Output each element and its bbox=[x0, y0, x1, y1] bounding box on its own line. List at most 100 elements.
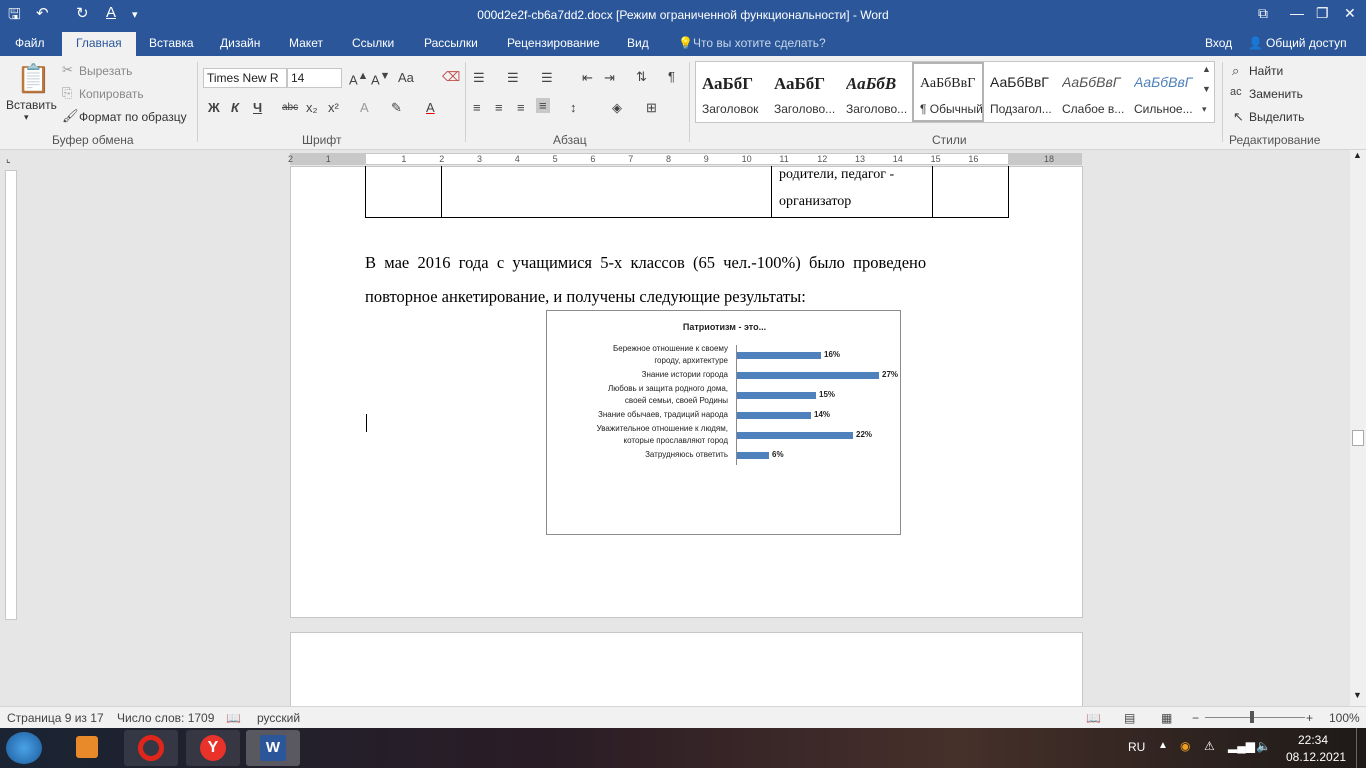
zoom-slider-thumb[interactable] bbox=[1250, 711, 1254, 723]
subscript-icon[interactable]: x₂ bbox=[306, 100, 318, 115]
scroll-thumb[interactable] bbox=[1352, 430, 1364, 446]
copy-icon[interactable]: ⎘ bbox=[62, 85, 72, 101]
bold-button[interactable]: Ж bbox=[208, 100, 220, 115]
styles-scroll-up-icon[interactable]: ▲ bbox=[1202, 64, 1211, 74]
italic-button[interactable]: К bbox=[231, 100, 239, 115]
zoom-level[interactable]: 100% bbox=[1329, 711, 1360, 725]
tab-file[interactable]: Файл bbox=[15, 36, 45, 50]
style-subtle-emphasis[interactable]: АаБбВвГ Слабое в... bbox=[1056, 62, 1128, 122]
font-name-combo[interactable]: Times New R bbox=[203, 68, 287, 88]
change-case-button[interactable]: Aa bbox=[398, 70, 414, 85]
clear-formatting-icon[interactable]: ⌫ bbox=[442, 69, 460, 85]
grow-font-icon[interactable]: A▲ bbox=[349, 70, 368, 87]
style-heading1[interactable]: АаБбГ Заголово... bbox=[768, 62, 840, 122]
web-layout-icon[interactable]: ▦ bbox=[1161, 711, 1172, 725]
borders-icon[interactable]: ⊞ bbox=[646, 100, 657, 116]
line-spacing-icon[interactable]: ↕ bbox=[570, 100, 577, 115]
style-subtitle[interactable]: АаБбВвГ Подзагол... bbox=[984, 62, 1056, 122]
replace-icon[interactable]: ac bbox=[1230, 86, 1242, 98]
style-intense-emphasis[interactable]: АаБбВвГ Сильное... bbox=[1128, 62, 1200, 122]
tab-selector-icon[interactable]: ⌞ bbox=[6, 154, 11, 165]
chart[interactable]: Патриотизм - это... Бережное отношение к… bbox=[546, 310, 901, 535]
increase-indent-icon[interactable]: ⇥ bbox=[604, 70, 615, 86]
styles-scroll-down-icon[interactable]: ▼ bbox=[1202, 84, 1211, 94]
copy-button[interactable]: Копировать bbox=[79, 87, 144, 101]
shrink-font-icon[interactable]: A▼ bbox=[371, 70, 390, 87]
cut-icon[interactable]: ✂ bbox=[62, 62, 73, 78]
paste-dropdown-icon[interactable]: ▾ bbox=[24, 112, 29, 123]
multilevel-list-icon[interactable]: ☰ bbox=[541, 70, 553, 86]
tray-app-icon[interactable]: ◉ bbox=[1180, 739, 1190, 753]
start-button[interactable] bbox=[6, 732, 42, 764]
style-heading[interactable]: АаБбГ Заголовок bbox=[696, 62, 768, 122]
scroll-up-icon[interactable]: ▲ bbox=[1353, 150, 1362, 160]
strikethrough-button[interactable]: abc bbox=[282, 102, 298, 113]
page-count[interactable]: Страница 9 из 17 bbox=[7, 711, 104, 725]
select-icon[interactable]: ↖ bbox=[1233, 109, 1244, 125]
print-layout-icon[interactable]: ▤ bbox=[1124, 711, 1135, 725]
font-color-icon[interactable]: A bbox=[426, 100, 435, 115]
vertical-scrollbar[interactable]: ▲ ▼ bbox=[1350, 150, 1366, 706]
find-button[interactable]: Найти bbox=[1249, 64, 1283, 78]
font-size-combo[interactable]: 14 bbox=[287, 68, 342, 88]
proofing-icon[interactable]: 📖 bbox=[226, 711, 241, 725]
tab-mailings[interactable]: Рассылки bbox=[424, 36, 478, 50]
horizontal-ruler[interactable]: 2 1 1 2 3 4 5 6 7 8 9 10 11 12 13 14 15 16 18 bbox=[288, 153, 1082, 165]
sign-in-link[interactable]: Вход bbox=[1205, 36, 1232, 50]
zoom-out-icon[interactable]: − bbox=[1192, 711, 1199, 725]
tab-home[interactable]: Главная bbox=[62, 32, 136, 56]
find-icon[interactable]: ⌕ bbox=[1232, 63, 1239, 79]
style-heading2[interactable]: АаБбВ Заголово... bbox=[840, 62, 912, 122]
highlight-icon[interactable]: ✎ bbox=[391, 100, 402, 116]
close-button[interactable]: ✕ bbox=[1344, 5, 1356, 22]
word-icon[interactable]: W bbox=[246, 730, 300, 766]
shading-icon[interactable]: ◈ bbox=[612, 100, 622, 116]
ribbon-display-icon[interactable]: ⧉ bbox=[1258, 5, 1268, 22]
bullets-icon[interactable]: ☰ bbox=[473, 70, 485, 86]
zoom-slider[interactable] bbox=[1205, 717, 1305, 718]
word-count[interactable]: Число слов: 1709 bbox=[117, 711, 214, 725]
justify-icon[interactable]: ≡ bbox=[536, 98, 550, 113]
clock-date[interactable]: 08.12.2021 bbox=[1286, 750, 1346, 764]
cut-button[interactable]: Вырезать bbox=[79, 64, 132, 78]
tab-insert[interactable]: Вставка bbox=[149, 36, 194, 50]
format-painter-button[interactable]: Формат по образцу bbox=[79, 110, 187, 124]
superscript-icon[interactable]: x² bbox=[328, 100, 339, 115]
tab-review[interactable]: Рецензирование bbox=[507, 36, 600, 50]
underline-button[interactable]: Ч bbox=[253, 100, 262, 115]
tell-me-input[interactable]: Что вы хотите сделать? bbox=[693, 36, 826, 50]
tab-layout[interactable]: Макет bbox=[289, 36, 323, 50]
sort-icon[interactable]: ⇅ bbox=[636, 69, 647, 85]
volume-icon[interactable]: 🔈 bbox=[1256, 739, 1271, 753]
tab-view[interactable]: Вид bbox=[627, 36, 649, 50]
format-painter-icon[interactable]: 🖌 bbox=[62, 108, 79, 124]
align-center-icon[interactable]: ≡ bbox=[495, 100, 503, 115]
language[interactable]: русский bbox=[257, 711, 300, 725]
tray-expand-icon[interactable]: ▲ bbox=[1158, 740, 1168, 751]
yandex-browser-icon[interactable]: Y bbox=[186, 730, 240, 766]
show-formatting-icon[interactable]: ¶ bbox=[668, 69, 675, 84]
paste-icon[interactable]: 📋 bbox=[16, 62, 51, 95]
paste-button[interactable]: Вставить bbox=[6, 98, 57, 112]
document-page-2[interactable] bbox=[290, 632, 1083, 712]
input-language[interactable]: RU bbox=[1128, 740, 1145, 754]
share-button[interactable]: Общий доступ bbox=[1266, 36, 1347, 50]
align-right-icon[interactable]: ≡ bbox=[517, 100, 525, 115]
clock-time[interactable]: 22:34 bbox=[1298, 733, 1328, 747]
vertical-ruler[interactable] bbox=[5, 170, 17, 620]
styles-more-icon[interactable]: ▾ bbox=[1202, 104, 1207, 115]
tab-references[interactable]: Ссылки bbox=[352, 36, 394, 50]
media-player-icon[interactable] bbox=[60, 730, 114, 766]
tab-design[interactable]: Дизайн bbox=[220, 36, 260, 50]
replace-button[interactable]: Заменить bbox=[1249, 87, 1303, 101]
read-mode-icon[interactable]: 📖 bbox=[1086, 711, 1101, 725]
style-normal[interactable]: АаБбВвГ ¶ Обычный bbox=[912, 62, 984, 122]
network-warning-icon[interactable]: ⚠ bbox=[1204, 739, 1215, 753]
align-left-icon[interactable]: ≡ bbox=[473, 100, 481, 115]
decrease-indent-icon[interactable]: ⇤ bbox=[582, 70, 593, 86]
maximize-button[interactable]: ❐ bbox=[1316, 5, 1329, 22]
text-effects-icon[interactable]: A bbox=[360, 100, 369, 115]
opera-icon[interactable] bbox=[124, 730, 178, 766]
scroll-down-icon[interactable]: ▼ bbox=[1353, 690, 1362, 700]
numbering-icon[interactable]: ☰ bbox=[507, 70, 519, 86]
